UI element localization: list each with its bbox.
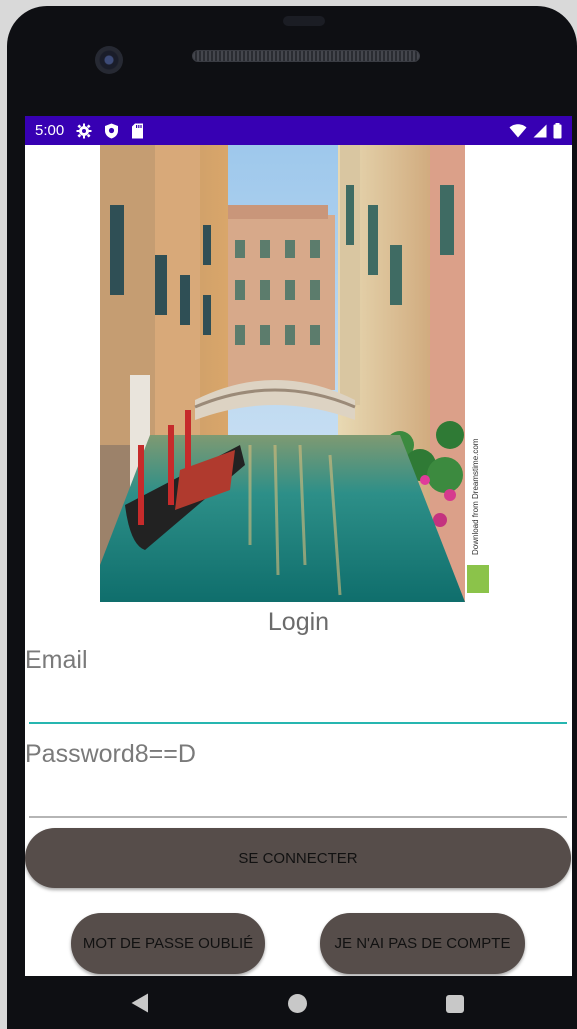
forgot-password-button[interactable]: MOT DE PASSE OUBLIÉ: [71, 913, 265, 974]
back-icon[interactable]: [131, 993, 149, 1018]
phone-notch: [283, 16, 325, 26]
status-time: 5:00: [35, 122, 65, 139]
settings-gear-icon: [76, 123, 92, 139]
app-screen: 5:00 Download from Dreamstime.com Login …: [25, 116, 572, 976]
recents-icon[interactable]: [446, 995, 464, 1013]
status-bar: 5:00: [25, 116, 572, 145]
watermark-text: Download from Dreamstime.com: [471, 438, 480, 555]
front-camera: [95, 46, 123, 74]
venice-canal-image: Download from Dreamstime.com: [100, 145, 492, 602]
login-title: Login: [267, 608, 330, 636]
connect-button[interactable]: SE CONNECTER: [25, 828, 571, 888]
cellular-signal-icon: [533, 124, 547, 138]
password-field-underline: [29, 816, 567, 818]
navigation-bar: [25, 976, 572, 1029]
wifi-icon: [509, 123, 527, 138]
earpiece-speaker: [192, 50, 420, 62]
no-account-button[interactable]: JE N'AI PAS DE COMPTE: [320, 913, 525, 974]
home-icon[interactable]: [288, 994, 307, 1013]
email-field[interactable]: Email: [25, 646, 88, 675]
battery-icon: [553, 122, 562, 139]
sd-card-icon: [131, 123, 144, 139]
email-field-underline: [29, 722, 567, 724]
password-field[interactable]: Password8==D: [25, 740, 196, 769]
shield-icon: [104, 123, 119, 139]
